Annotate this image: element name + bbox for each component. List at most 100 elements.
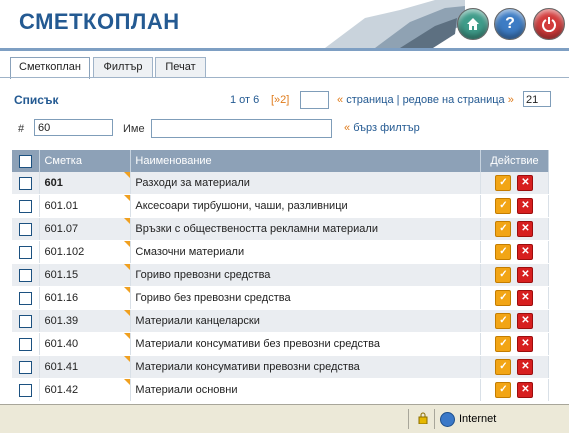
edit-icon[interactable]: ✓ [495,359,512,375]
row-select-cell [12,286,41,310]
delete-icon[interactable]: ✕ [517,175,534,191]
account-name-cell: Разходи за материали [130,172,481,195]
rows-per-page-input[interactable]: 21 [523,91,551,107]
edit-icon[interactable]: ✓ [495,198,512,214]
table-row[interactable]: 601.42 Материали основни ✓ ✕ [12,378,550,402]
edit-icon[interactable]: ✓ [495,313,512,329]
edit-icon[interactable]: ✓ [495,244,512,260]
row-checkbox[interactable] [19,314,33,328]
select-all-checkbox[interactable] [19,154,33,168]
edit-icon[interactable]: ✓ [495,175,512,191]
account-number[interactable]: 601.102 [44,246,84,258]
table-row[interactable]: 601.41 Материали консумативи превозни сре… [12,355,550,379]
delete-icon[interactable]: ✕ [517,221,534,237]
header-account[interactable]: Сметка [39,150,132,172]
table-row[interactable]: 601.15 Гориво превозни средства ✓ ✕ [12,263,550,287]
table-row[interactable]: 601.16 Гориво без превозни средства ✓ ✕ [12,286,550,310]
delete-icon[interactable]: ✕ [517,336,534,352]
row-select-cell [12,172,41,195]
page-input[interactable] [300,91,329,109]
account-cell: 601.15 [39,263,132,287]
logout-button[interactable] [533,8,565,40]
delete-icon[interactable]: ✕ [517,244,534,260]
edit-icon[interactable]: ✓ [495,221,512,237]
tab-filter[interactable]: Филтър [93,57,153,77]
row-checkbox[interactable] [19,268,33,282]
status-separator [408,409,409,429]
delete-icon[interactable]: ✕ [517,267,534,283]
row-checkbox[interactable] [19,199,33,213]
page-rows-label: « страница | редове на страница » [337,94,514,106]
row-checkbox[interactable] [19,222,33,236]
action-cell: ✓ ✕ [480,355,550,379]
row-checkbox[interactable] [19,360,33,374]
delete-icon[interactable]: ✕ [517,359,534,375]
account-name-cell: Материали канцеларски [130,309,481,333]
row-select-cell [12,240,41,264]
account-number[interactable]: 601.15 [44,269,78,281]
account-cell: 601.16 [39,286,132,310]
table-row[interactable]: 601.01 Аксесоари тирбушони, чаши, разливн… [12,194,550,218]
quick-filter-label: бърз филтър [353,122,420,134]
comment-flag-icon [124,356,131,362]
comment-flag-icon [124,218,131,224]
table-row[interactable]: 601.40 Материали консумативи без превозни… [12,332,550,356]
edit-icon[interactable]: ✓ [495,267,512,283]
header-action: Действие [480,150,550,172]
page-label-text[interactable]: страница | редове на страница [346,94,504,106]
account-cell: 601.41 [39,355,132,379]
number-filter-label: # [18,123,25,135]
page-label-suffix: » [507,94,514,106]
account-number[interactable]: 601.07 [44,223,78,235]
account-number[interactable]: 601.42 [44,384,78,396]
table-row[interactable]: 601.07 Връзки с обществеността рекламни м… [12,217,550,241]
account-number[interactable]: 601.41 [44,361,78,373]
table-row[interactable]: 601.102 Смазочни материали ✓ ✕ [12,240,550,264]
account-name-cell: Смазочни материали [130,240,481,264]
delete-icon[interactable]: ✕ [517,313,534,329]
edit-icon[interactable]: ✓ [495,382,512,398]
table-row[interactable]: 601 Разходи за материали ✓ ✕ [12,172,550,195]
account-number[interactable]: 601.01 [44,200,78,212]
number-filter-input[interactable]: 60 [34,119,113,136]
security-zone-label: Internet [459,413,497,425]
edit-icon[interactable]: ✓ [495,336,512,352]
account-name-cell: Аксесоари тирбушони, чаши, разливници [130,194,481,218]
row-checkbox[interactable] [19,176,33,190]
status-bar: Internet [0,404,569,433]
header-name[interactable]: Наименование [130,150,481,172]
page-info: 1 от 6 [230,94,260,106]
account-name-cell: Материали консумативи превозни средства [130,355,481,379]
account-cell: 601 [39,172,132,195]
table-row[interactable]: 601.39 Материали канцеларски ✓ ✕ [12,309,550,333]
account-number[interactable]: 601 [44,177,62,189]
row-checkbox[interactable] [19,245,33,259]
name-filter-input[interactable] [151,119,332,138]
action-cell: ✓ ✕ [480,378,550,402]
row-checkbox[interactable] [19,383,33,397]
delete-icon[interactable]: ✕ [517,198,534,214]
help-button[interactable]: ? [494,8,526,40]
accounts-table: Сметка Наименование Действие 601 Разходи … [12,150,550,402]
account-number[interactable]: 601.39 [44,315,78,327]
quick-filter-link[interactable]: « бърз филтър [344,122,420,134]
next-page-link[interactable]: [»2] [271,94,289,106]
account-name-cell: Гориво превозни средства [130,263,481,287]
account-number[interactable]: 601.40 [44,338,78,350]
delete-icon[interactable]: ✕ [517,290,534,306]
account-cell: 601.42 [39,378,132,402]
delete-icon[interactable]: ✕ [517,382,534,398]
row-checkbox[interactable] [19,337,33,351]
row-select-cell [12,263,41,287]
edit-icon[interactable]: ✓ [495,290,512,306]
account-name-cell: Връзки с обществеността рекламни материа… [130,217,481,241]
table-header-row: Сметка Наименование Действие [12,150,550,172]
tab-chart-of-accounts[interactable]: Сметкоплан [10,57,90,79]
account-name-cell: Гориво без превозни средства [130,286,481,310]
account-cell: 601.40 [39,332,132,356]
home-button[interactable] [457,8,489,40]
account-name-cell: Материали консумативи без превозни средс… [130,332,481,356]
account-number[interactable]: 601.16 [44,292,78,304]
tab-print[interactable]: Печат [155,57,206,77]
row-checkbox[interactable] [19,291,33,305]
